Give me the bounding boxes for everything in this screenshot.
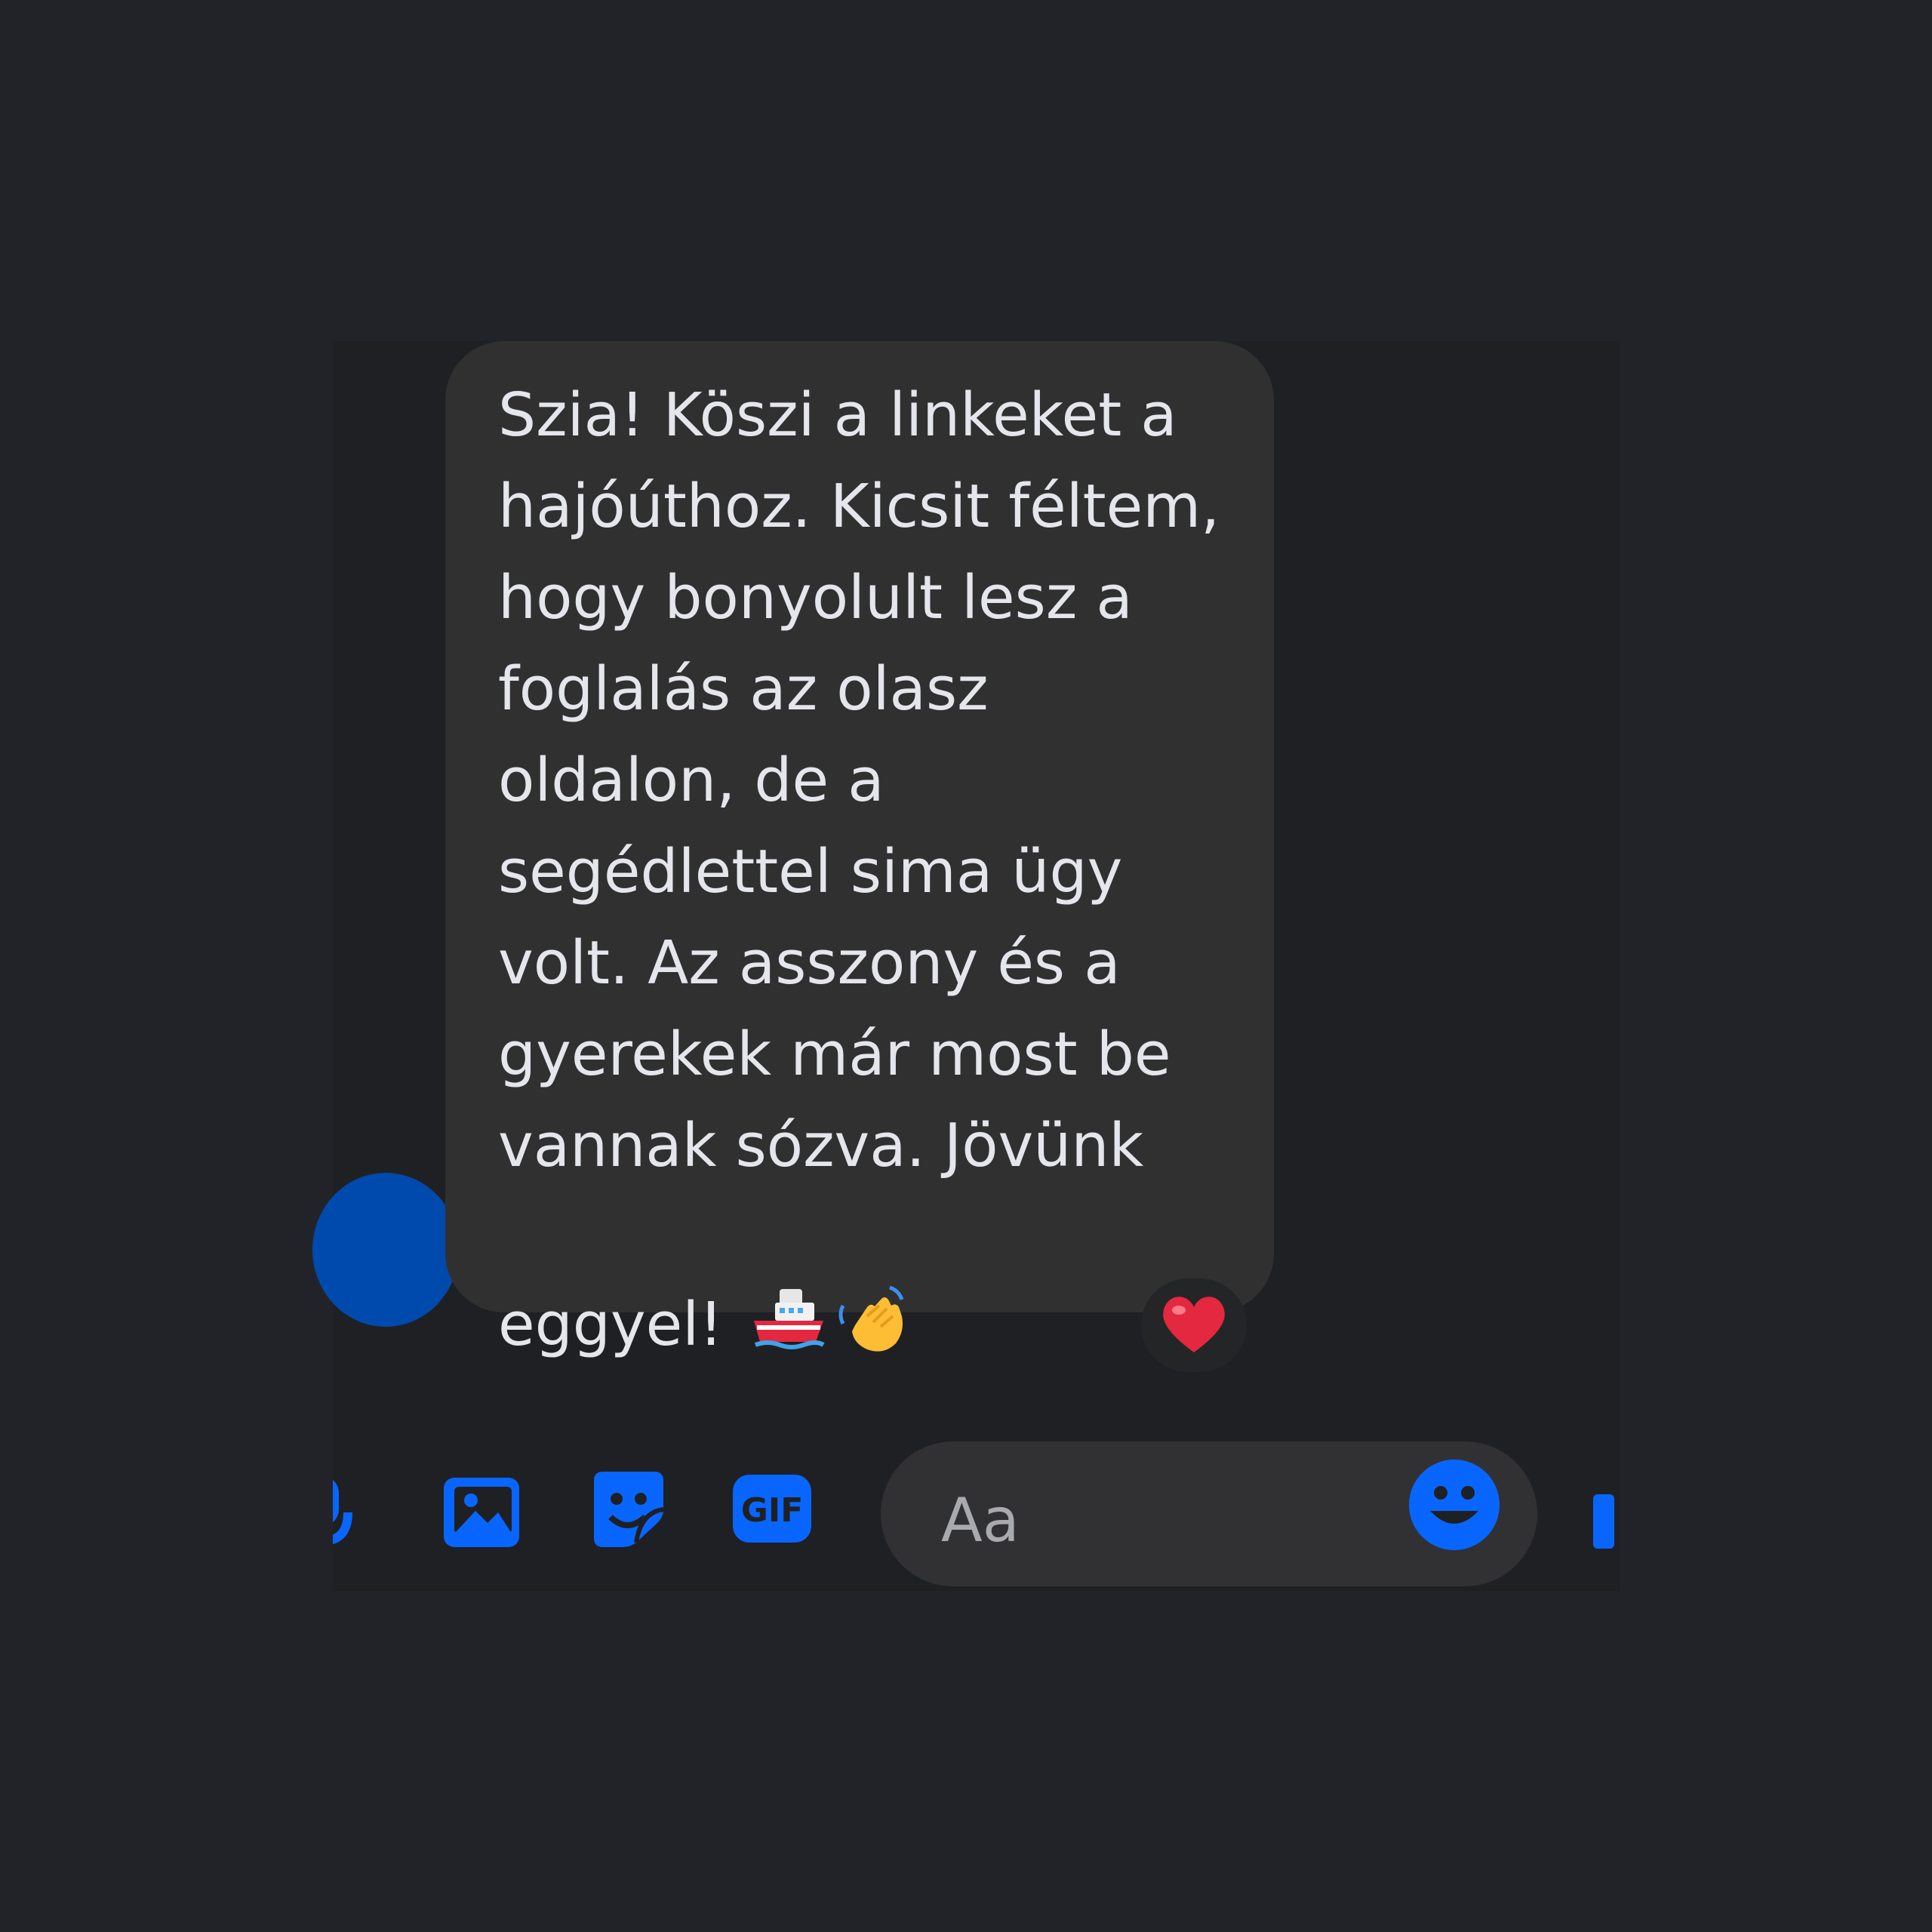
waving-hand-emoji (837, 1192, 909, 1384)
avatar[interactable] (312, 1173, 459, 1327)
input-placeholder: Aa (941, 1485, 1020, 1555)
microphone-icon[interactable] (333, 1464, 366, 1552)
like-button[interactable] (1592, 1494, 1620, 1549)
gif-icon[interactable]: GIF (728, 1464, 816, 1552)
sticker-icon[interactable] (583, 1464, 671, 1552)
message-bubble[interactable]: Szia! Köszi a linkeket a hajóúthoz. Kics… (445, 341, 1274, 1359)
reaction-badge[interactable] (1141, 1278, 1247, 1372)
heart-emoji (1158, 1292, 1230, 1358)
photo-icon[interactable] (438, 1464, 525, 1552)
ship-emoji (749, 1192, 825, 1378)
message-text: Szia! Köszi a linkeket a hajóúthoz. Kics… (498, 370, 1244, 1384)
gif-label: GIF (741, 1491, 804, 1530)
composer-bar: GIF Aa (333, 1434, 1620, 1586)
emoji-icon[interactable] (1407, 1458, 1501, 1552)
